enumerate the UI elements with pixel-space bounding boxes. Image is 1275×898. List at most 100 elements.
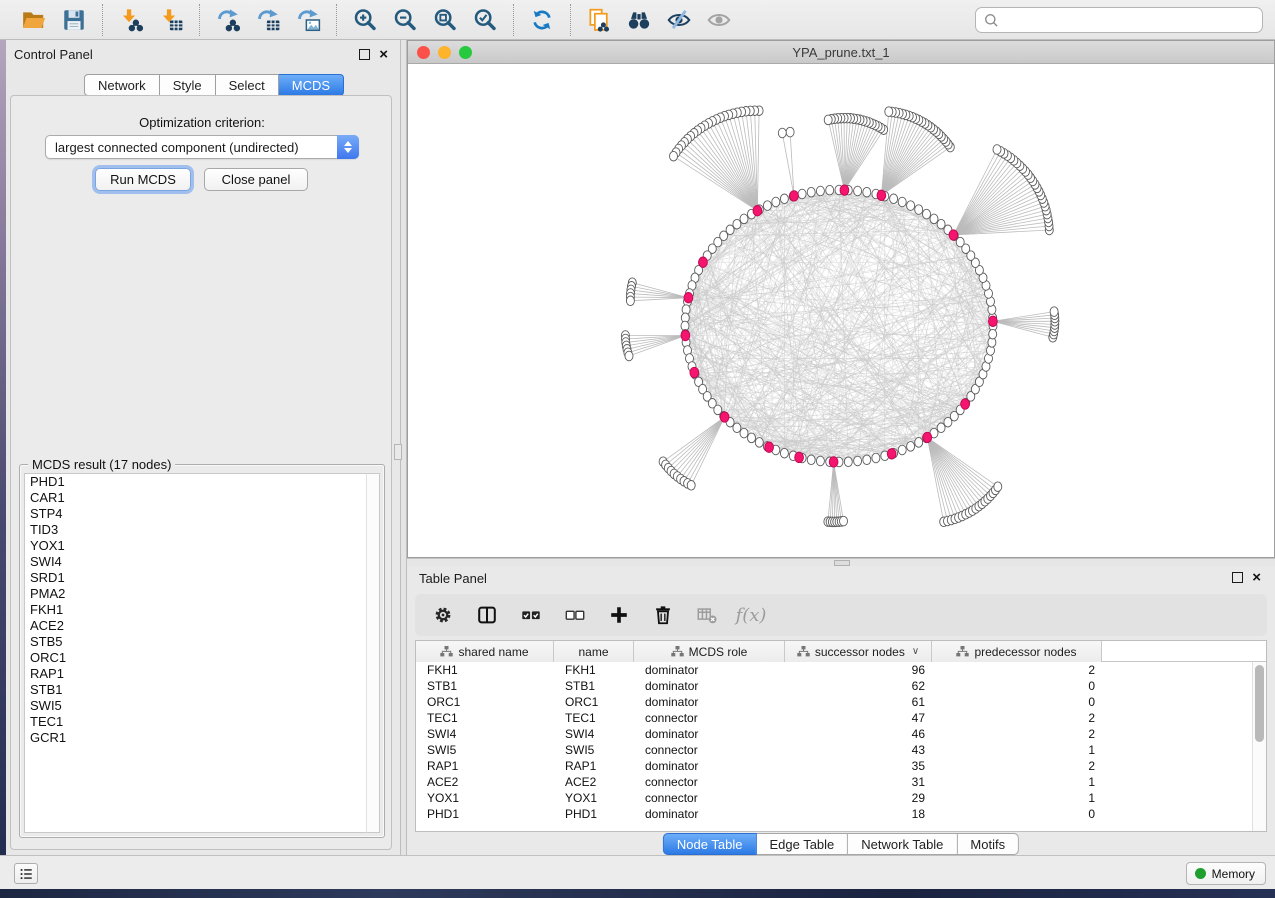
table-cell: ORC1 [554, 694, 634, 710]
run-mcds-button[interactable]: Run MCDS [95, 168, 191, 191]
table-row[interactable]: ORC1ORC1dominator610 [416, 694, 1266, 710]
table-cell: RAP1 [554, 758, 634, 774]
mcds-result-item: TID3 [25, 522, 367, 538]
table-row[interactable]: YOX1YOX1connector291 [416, 790, 1266, 806]
horizontal-splitter[interactable] [407, 558, 1275, 566]
import-network-icon[interactable] [111, 3, 151, 37]
network-window-titlebar: YPA_prune.txt_1 [408, 41, 1274, 64]
toolbar-group [336, 4, 513, 36]
mcds-result-list[interactable]: PHD1CAR1STP4TID3YOX1SWI4SRD1PMA2FKH1ACE2… [24, 473, 368, 833]
delete-table-icon [693, 601, 721, 629]
hide-selected-icon[interactable] [659, 3, 699, 37]
column-header-predecessor-nodes[interactable]: predecessor nodes [932, 641, 1102, 662]
mcds-tab-content: Optimization criterion: largest connecte… [10, 95, 392, 850]
network-canvas[interactable] [408, 64, 1274, 557]
table-row[interactable]: FKH1FKH1dominator962 [416, 662, 1266, 678]
toolbar-group [102, 4, 199, 36]
mcds-result-item: ACE2 [25, 618, 367, 634]
list-icon [19, 867, 34, 881]
show-panels-list-button[interactable] [14, 863, 38, 884]
tab-network-table[interactable]: Network Table [848, 833, 957, 855]
function-builder-icon: f(x) [737, 601, 765, 629]
table-settings-icon[interactable] [429, 601, 457, 629]
zoom-out-icon[interactable] [385, 3, 425, 37]
export-table-icon[interactable] [248, 3, 288, 37]
table-cell: 35 [785, 758, 932, 774]
table-cell: 2 [932, 758, 1102, 774]
open-file-icon[interactable] [14, 3, 54, 37]
table-cell: connector [634, 742, 785, 758]
float-window-icon[interactable] [359, 49, 370, 60]
tab-network[interactable]: Network [84, 74, 160, 96]
zoom-fit-icon[interactable] [425, 3, 465, 37]
tab-style[interactable]: Style [160, 74, 216, 96]
table-cell: 46 [785, 726, 932, 742]
first-neighbors-icon[interactable] [619, 3, 659, 37]
criterion-select[interactable]: largest connected component (undirected) [45, 135, 359, 159]
tab-mcds[interactable]: MCDS [279, 74, 344, 96]
deselect-all-rows-icon[interactable] [561, 601, 589, 629]
table-cell: dominator [634, 806, 785, 822]
mcds-result-item: ORC1 [25, 650, 367, 666]
mcds-result-item: CAR1 [25, 490, 367, 506]
tab-select[interactable]: Select [216, 74, 279, 96]
table-row[interactable]: PHD1PHD1dominator180 [416, 806, 1266, 822]
select-stepper-icon [337, 135, 359, 159]
import-table-icon[interactable] [151, 3, 191, 37]
export-image-icon[interactable] [288, 3, 328, 37]
close-panel-icon[interactable]: × [1252, 572, 1261, 583]
table-cell: 1 [932, 742, 1102, 758]
export-network-icon[interactable] [208, 3, 248, 37]
network-view-window: YPA_prune.txt_1 [407, 40, 1275, 558]
table-cell: STB1 [554, 678, 634, 694]
table-row[interactable]: SWI4SWI4dominator462 [416, 726, 1266, 742]
table-cell: 29 [785, 790, 932, 806]
add-column-icon[interactable] [605, 601, 633, 629]
close-panel-icon[interactable]: × [379, 49, 388, 60]
column-header-successor-nodes[interactable]: successor nodes∨ [785, 641, 932, 662]
table-row[interactable]: SWI5SWI5connector431 [416, 742, 1266, 758]
delete-column-icon[interactable] [649, 601, 677, 629]
table-row[interactable]: ACE2ACE2connector311 [416, 774, 1266, 790]
table-cell: SWI4 [416, 726, 554, 742]
vertical-splitter-grip[interactable] [394, 444, 402, 460]
table-scrollbar-thumb[interactable] [1255, 665, 1264, 742]
search-input[interactable] [1000, 9, 1262, 31]
table-cell: 43 [785, 742, 932, 758]
column-selector-icon[interactable] [473, 601, 501, 629]
memory-button[interactable]: Memory [1186, 862, 1266, 885]
table-row[interactable]: TEC1TEC1connector472 [416, 710, 1266, 726]
table-row[interactable]: RAP1RAP1dominator352 [416, 758, 1266, 774]
close-panel-button[interactable]: Close panel [204, 168, 308, 191]
network-graph [408, 64, 1274, 557]
column-header-MCDS-role[interactable]: MCDS role [634, 641, 785, 662]
table-scrollbar[interactable] [1252, 662, 1266, 832]
tab-motifs[interactable]: Motifs [957, 833, 1019, 855]
table-cell: YOX1 [554, 790, 634, 806]
table-cell: ACE2 [554, 774, 634, 790]
vertical-splitter[interactable] [400, 40, 407, 855]
refresh-view-icon[interactable] [522, 3, 562, 37]
toolbar-group [513, 4, 570, 36]
column-header-shared-name[interactable]: shared name [416, 641, 554, 662]
new-network-from-selection-icon[interactable] [579, 3, 619, 37]
tab-edge-table[interactable]: Edge Table [756, 833, 848, 855]
zoom-in-icon[interactable] [345, 3, 385, 37]
select-all-rows-icon[interactable] [517, 601, 545, 629]
column-header-name[interactable]: name [554, 641, 634, 662]
search-box [975, 7, 1263, 33]
desktop-wallpaper-bottom [0, 889, 1275, 898]
mcds-result-scrollbar[interactable] [366, 473, 380, 833]
zoom-selected-icon[interactable] [465, 3, 505, 37]
table-cell: 2 [932, 710, 1102, 726]
table-cell: FKH1 [554, 662, 634, 678]
show-all-icon[interactable] [699, 3, 739, 37]
float-window-icon[interactable] [1232, 572, 1243, 583]
control-panel-titlebar: Control Panel × [6, 44, 400, 68]
table-cell: connector [634, 710, 785, 726]
tab-node-table[interactable]: Node Table [663, 833, 757, 855]
save-session-icon[interactable] [54, 3, 94, 37]
table-panel: Table Panel × f(x) shared namename MCDS … [407, 566, 1275, 855]
table-row[interactable]: STB1STB1dominator620 [416, 678, 1266, 694]
table-cell: FKH1 [416, 662, 554, 678]
